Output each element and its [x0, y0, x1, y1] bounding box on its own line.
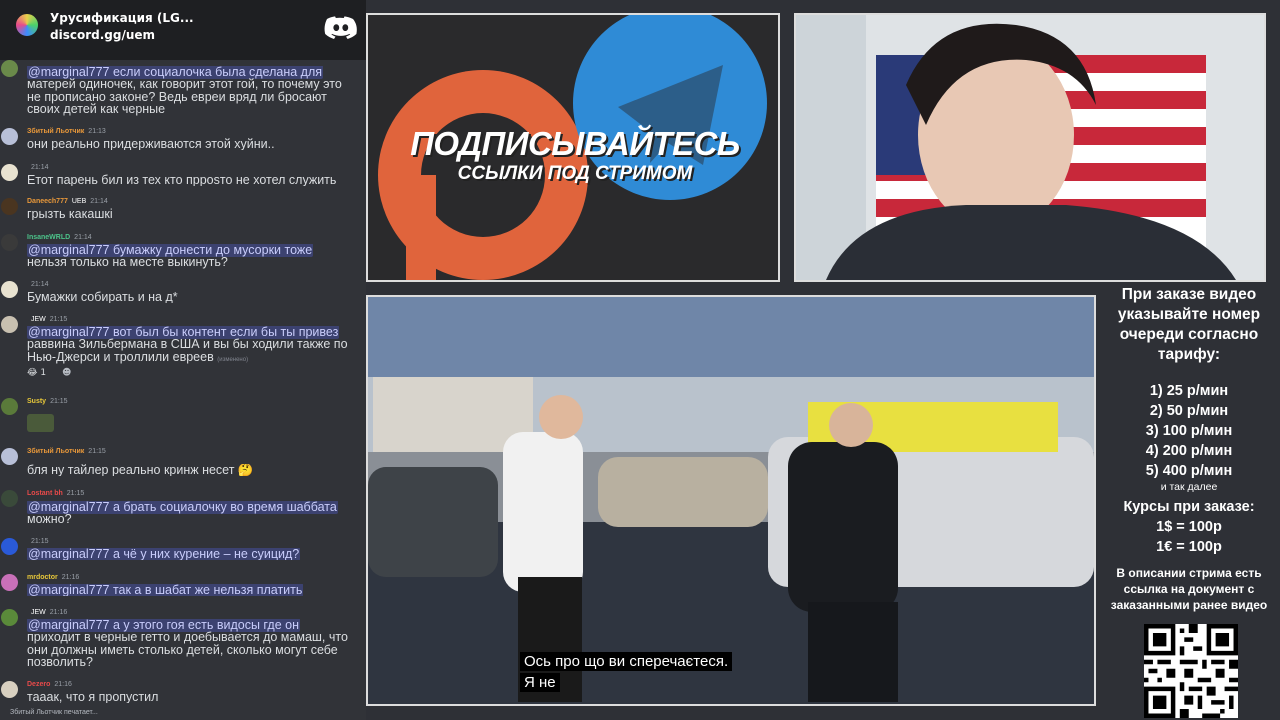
author-name[interactable]: Lostant bh: [27, 490, 63, 497]
role-badge: JEW: [31, 609, 46, 616]
chat-header: Урусификация (LG... discord.gg/uem: [0, 0, 366, 60]
tariff-item: 2) 50 р/мин: [1149, 403, 1229, 419]
message-text: матерей одиночек, как говорит этот гой, …: [27, 77, 342, 92]
avatar[interactable]: [1, 60, 18, 77]
message-text: бля ну тайлер реально кринж несет 🤔: [27, 464, 254, 477]
mention[interactable]: @marginal777 так а в шабат же нельзя пла…: [27, 584, 304, 597]
avatar[interactable]: [1, 234, 18, 251]
timestamp: 21:15: [88, 448, 106, 455]
timestamp: 21:16: [54, 681, 72, 688]
order-info: При заказе видео указывайте номер очеред…: [1098, 285, 1280, 613]
role-badge: JEW: [31, 316, 46, 323]
description-note: В описании стрима есть ссылка на докумен…: [1110, 566, 1268, 612]
message-text: позволить?: [27, 655, 93, 669]
person-left: [503, 432, 583, 592]
reaction-chip[interactable]: 😂 1: [27, 368, 46, 378]
author-name[interactable]: Збитый Льотчик: [27, 128, 84, 135]
avatar[interactable]: [1, 574, 18, 591]
tariff-item: 1) 25 р/мин: [1149, 383, 1229, 399]
timestamp: 21:14: [31, 164, 49, 171]
discord-logo-icon: [324, 16, 357, 39]
avatar[interactable]: [1, 164, 18, 181]
stream-layout: Урусификация (LG... discord.gg/uem @marg…: [0, 0, 1280, 720]
avatar[interactable]: [1, 128, 18, 145]
avatar[interactable]: [1, 490, 18, 507]
timestamp: 21:16: [49, 609, 68, 616]
message-text: @marginal777 так а в шабат же нельзя пла…: [27, 584, 366, 597]
message-text: своих детей как черные: [27, 102, 166, 116]
webcam-feed: [796, 15, 1264, 280]
server-icon[interactable]: [14, 12, 40, 38]
video-subtitles: Ось про що ви сперечаєтеся. Я не: [520, 652, 733, 694]
tariff-etc: и так далее: [1160, 481, 1218, 493]
webcam-panel: [794, 13, 1266, 282]
tariff-item: 4) 200 р/мин: [1145, 443, 1233, 459]
message-text: они реально придерживаются этой хуйни..: [27, 138, 275, 151]
rate-item: 1€ = 100р: [1156, 539, 1222, 555]
promo-subtitle: ССЫЛКИ ПОД СТРИМОМ: [457, 163, 693, 184]
edited-label: (изменено): [217, 356, 249, 363]
message-text: @marginal777 а брать социалочку во время…: [27, 501, 366, 514]
subtitle-line: Я не: [520, 673, 560, 692]
message-text: нельзя только на месте выкинуть?: [27, 255, 228, 269]
avatar[interactable]: [1, 609, 18, 626]
video-frame: [368, 297, 1094, 704]
author-name[interactable]: Susty: [27, 398, 46, 405]
author-name[interactable]: Daneech777: [27, 198, 68, 205]
server-invite-link[interactable]: discord.gg/uem: [50, 28, 155, 42]
person-right: [788, 442, 898, 612]
message-text: можно?: [27, 512, 72, 526]
timestamp: 21:15: [49, 316, 68, 323]
timestamp: 21:14: [90, 198, 108, 205]
avatar[interactable]: [1, 448, 18, 465]
message-text: Етот парень бил из тех кто пррosто не хо…: [27, 174, 337, 187]
author-name[interactable]: Dezero: [27, 681, 50, 688]
role-badge: UEB: [71, 198, 87, 205]
message-text: грызть какашкі: [27, 208, 113, 221]
add-reaction-icon[interactable]: ☻: [62, 368, 71, 378]
server-name: Урусификация (LG...: [50, 11, 194, 25]
message-text: приходит в черные гетто и доебывается до…: [27, 630, 348, 645]
avatar[interactable]: [1, 316, 18, 333]
mention[interactable]: @marginal777 а чё у них курение – не суи…: [27, 548, 301, 561]
avatar[interactable]: [1, 538, 18, 555]
order-heading: При заказе видео указывайте номер очеред…: [1117, 286, 1261, 363]
main-video-panel: Ось про що ви сперечаєтеся. Я не: [366, 295, 1096, 706]
author-name[interactable]: mrdoctor: [27, 574, 58, 581]
sticker-image: [27, 414, 54, 432]
message-text: Бумажки собирать и на д*: [27, 291, 178, 304]
tariff-item: 5) 400 р/мин: [1145, 463, 1233, 479]
timestamp: 21:14: [74, 234, 92, 241]
rate-item: 1$ = 100р: [1156, 519, 1222, 535]
timestamp: 21:14: [31, 281, 49, 288]
discord-chat: Урусификация (LG... discord.gg/uem @marg…: [0, 0, 366, 720]
rates-heading: Курсы при заказе:: [1123, 499, 1255, 515]
typing-indicator: Збитый Льотчик печатает...: [10, 709, 98, 716]
avatar[interactable]: [1, 398, 18, 415]
promo-panel: ПОДПИСЫВАЙТЕСЬ ССЫЛКИ ПОД СТРИМОМ: [366, 13, 780, 282]
subtitle-line: Ось про що ви сперечаєтеся.: [520, 652, 733, 671]
tariff-item: 3) 100 р/мин: [1145, 423, 1233, 439]
message-text: Нью-Джерси и троллили евреев: [27, 349, 214, 364]
avatar[interactable]: [1, 198, 18, 215]
timestamp: 21:13: [88, 128, 106, 135]
qr-code-icon[interactable]: [1144, 624, 1238, 718]
avatar[interactable]: [1, 681, 18, 698]
timestamp: 21:15: [66, 490, 85, 497]
avatar[interactable]: [1, 281, 18, 298]
mention[interactable]: @marginal777 а брать социалочку во время…: [27, 501, 338, 514]
message-text: @marginal777 а чё у них курение – не суи…: [27, 548, 366, 561]
message-text: тааак, что я пропустил: [27, 691, 159, 704]
promo-title: ПОДПИСЫВАЙТЕСЬ: [410, 125, 740, 162]
timestamp: 21:15: [50, 398, 68, 405]
timestamp: 21:16: [61, 574, 80, 581]
author-name[interactable]: Збитый Льотчик: [27, 448, 84, 455]
timestamp: 21:15: [31, 538, 49, 545]
author-name[interactable]: InsaneWRLD: [27, 234, 70, 241]
